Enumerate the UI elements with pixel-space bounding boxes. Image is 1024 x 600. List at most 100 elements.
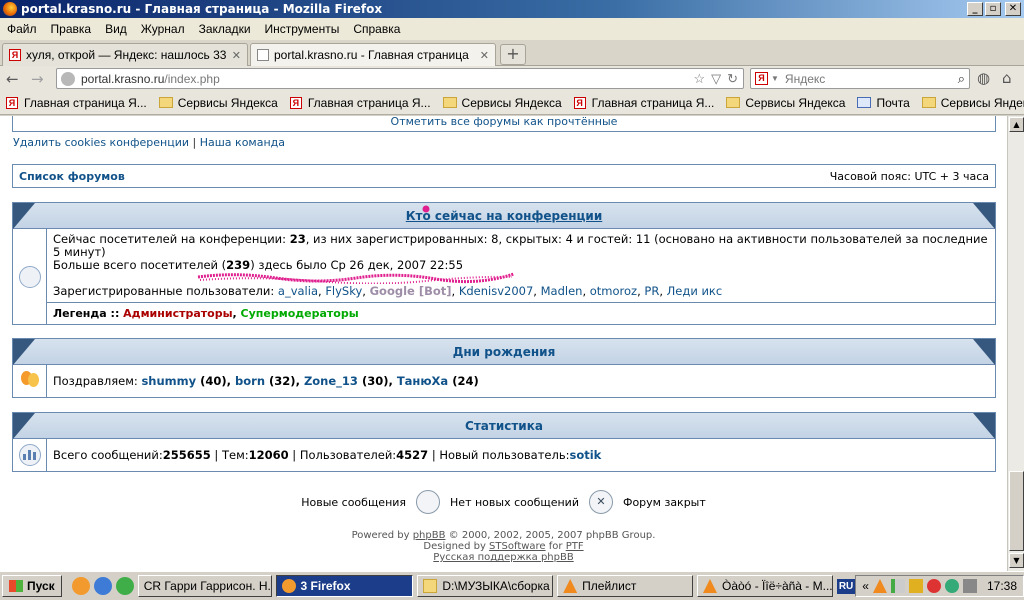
user-link[interactable]: Madlen (541, 284, 583, 298)
minimize-button[interactable]: _ (967, 2, 983, 16)
folder-icon (921, 97, 936, 108)
corner-decoration (13, 203, 35, 229)
russian-support-link[interactable]: Русская поддержка phpBB (433, 552, 573, 563)
menu-view[interactable]: Вид (98, 22, 134, 36)
bookmark-label: Сервисы Яндекса (745, 95, 846, 110)
scroll-thumb[interactable] (1009, 471, 1024, 551)
browser-quicklaunch-icon[interactable] (93, 577, 112, 595)
bookmark-folder[interactable]: Сервисы Яндекса (726, 96, 845, 110)
mail-icon (857, 97, 872, 108)
bookmark-item[interactable]: Я Главная страница Я... (289, 96, 431, 110)
taskbar-item[interactable]: Òàòó - Ïîë÷àñà - M... (697, 575, 833, 597)
bot-user-link[interactable]: Google [Bot] (370, 284, 452, 298)
vlc-tray-icon[interactable] (872, 579, 887, 593)
user-link[interactable]: FlySky (325, 284, 362, 298)
search-bar[interactable]: Я ▼ Яндекс ⌕ (750, 68, 970, 89)
online-title-link[interactable]: Кто сейчас на конференции (406, 209, 603, 223)
url-bar[interactable]: portal.krasno.ru/index.php ☆ ▽ ↻ (56, 68, 744, 89)
folder-icon (158, 97, 173, 108)
bookmark-folder[interactable]: Сервисы Яндекса (158, 95, 278, 110)
media-tray-icon[interactable] (926, 579, 941, 593)
search-engine-dropdown-icon[interactable]: ▼ (771, 74, 779, 83)
tab-portal[interactable]: portal.krasno.ru - Главная страница ✕ (250, 43, 496, 66)
birthday-user-link[interactable]: Zone_13 (304, 374, 358, 388)
users-icon (18, 265, 41, 288)
network-tray-icon[interactable] (944, 579, 959, 593)
tab-bar: Я хуля, открой — Яндекс: нашлось 333 ...… (0, 40, 1024, 66)
tab-close-icon[interactable]: ✕ (480, 49, 489, 62)
magnifier-icon[interactable]: ⌕ (958, 71, 965, 87)
bookmark-folder[interactable]: Сервисы Яндекса (442, 96, 562, 110)
bookmark-item[interactable]: Я Главная страница Я... (6, 96, 147, 110)
online-now-line: Сейчас посетителей на конференции: 23, и… (53, 232, 988, 259)
menu-bookmarks[interactable]: Закладки (192, 22, 258, 36)
mark-read-link[interactable]: Отметить все форумы как прочтённые (12, 116, 996, 132)
addons-icon[interactable]: ◍ (977, 69, 990, 87)
maximize-button[interactable]: ▫ (985, 2, 1001, 16)
firefox-quicklaunch-icon[interactable] (71, 577, 90, 595)
search-input[interactable]: Яндекс (785, 72, 825, 86)
tray-expand-icon[interactable]: « (862, 579, 869, 593)
tab-close-icon[interactable]: ✕ (232, 49, 241, 62)
bookmark-label: Сервисы Яндекса (177, 95, 278, 110)
security-icon[interactable] (908, 579, 923, 593)
firefox-icon (3, 2, 17, 16)
menu-edit[interactable]: Правка (44, 22, 99, 36)
taskbar-item[interactable]: Плейлист (557, 575, 693, 597)
taskbar-item[interactable]: CR Гарри Гаррисон. Н... (137, 575, 272, 597)
user-link[interactable]: a_valia (278, 284, 318, 298)
taskbar-item[interactable]: D:\МУЗЫКА\сборка (417, 575, 554, 597)
birthday-user-link[interactable]: born (235, 374, 265, 388)
close-button[interactable]: ✕ (1005, 2, 1021, 16)
team-link[interactable]: Наша команда (200, 136, 285, 149)
url-dropdown-icon[interactable]: ▽ (711, 71, 721, 87)
back-button[interactable]: ← (6, 70, 19, 88)
bar-chart-icon (18, 444, 41, 466)
stsoftware-link[interactable]: STSoftware (489, 541, 546, 552)
folder-icon (726, 97, 741, 108)
media-quicklaunch-icon[interactable] (115, 577, 134, 595)
yandex-search-icon[interactable]: Я (755, 72, 768, 85)
online-panel-header: Кто сейчас на конференции (13, 203, 995, 229)
yandex-icon: Я (9, 49, 21, 61)
ptf-link[interactable]: PTF (566, 541, 584, 552)
scroll-up-arrow-icon[interactable]: ▲ (1009, 117, 1024, 132)
user-link[interactable]: otmoroz (590, 284, 637, 298)
title-bar: portal.krasno.ru - Главная страница - Mo… (0, 0, 1024, 18)
pink-dot-annotation (422, 205, 430, 213)
legend-smod-link[interactable]: Супермодераторы (241, 307, 359, 320)
menu-tools[interactable]: Инструменты (258, 22, 347, 36)
menu-file[interactable]: Файл (0, 22, 44, 36)
menu-help[interactable]: Справка (346, 22, 407, 36)
reload-icon[interactable]: ↻ (727, 71, 738, 87)
birthday-user-link[interactable]: ТанюХа (397, 374, 448, 388)
volume-icon[interactable] (962, 579, 977, 593)
phpbb-link[interactable]: phpBB (413, 530, 446, 541)
delete-cookies-link[interactable]: Удалить cookies конференции (13, 136, 189, 149)
pink-scribble-annotation (197, 272, 515, 284)
birthday-user-link[interactable]: shummy (141, 374, 196, 388)
tab-yandex[interactable]: Я хуля, открой — Яндекс: нашлось 333 ...… (2, 43, 248, 66)
bookmark-item[interactable]: Я Главная страница Я... (573, 96, 714, 110)
vertical-scrollbar[interactable]: ▲ ▼ (1007, 116, 1024, 571)
user-link[interactable]: PR (644, 284, 659, 298)
bookmark-folder[interactable]: Сервисы Яндекса (921, 96, 1024, 110)
scroll-down-arrow-icon[interactable]: ▼ (1009, 553, 1024, 568)
legend-admin-link[interactable]: Администраторы (123, 307, 232, 320)
signal-icon[interactable] (890, 579, 905, 593)
language-indicator[interactable]: RU (836, 578, 856, 594)
bookmark-mail[interactable]: Почта (857, 96, 910, 110)
forward-button[interactable]: → (31, 70, 44, 88)
start-button[interactable]: Пуск (2, 575, 62, 597)
user-link[interactable]: Kdenisv2007 (459, 284, 533, 298)
bookmark-star-icon[interactable]: ☆ (693, 71, 705, 87)
home-icon[interactable]: ⌂ (1002, 69, 1012, 87)
taskbar-item-firefox[interactable]: 3 Firefox (275, 575, 414, 597)
forum-list-link[interactable]: Список форумов (19, 170, 125, 183)
user-link[interactable]: Леди икс (667, 284, 723, 298)
clock[interactable]: 17:38 (987, 579, 1017, 593)
new-tab-button[interactable]: + (500, 44, 526, 65)
menu-history[interactable]: Журнал (134, 22, 192, 36)
newest-user-link[interactable]: sotik (569, 448, 601, 462)
registered-users-line: Зарегистрированные пользователи: a_valia… (53, 284, 723, 298)
